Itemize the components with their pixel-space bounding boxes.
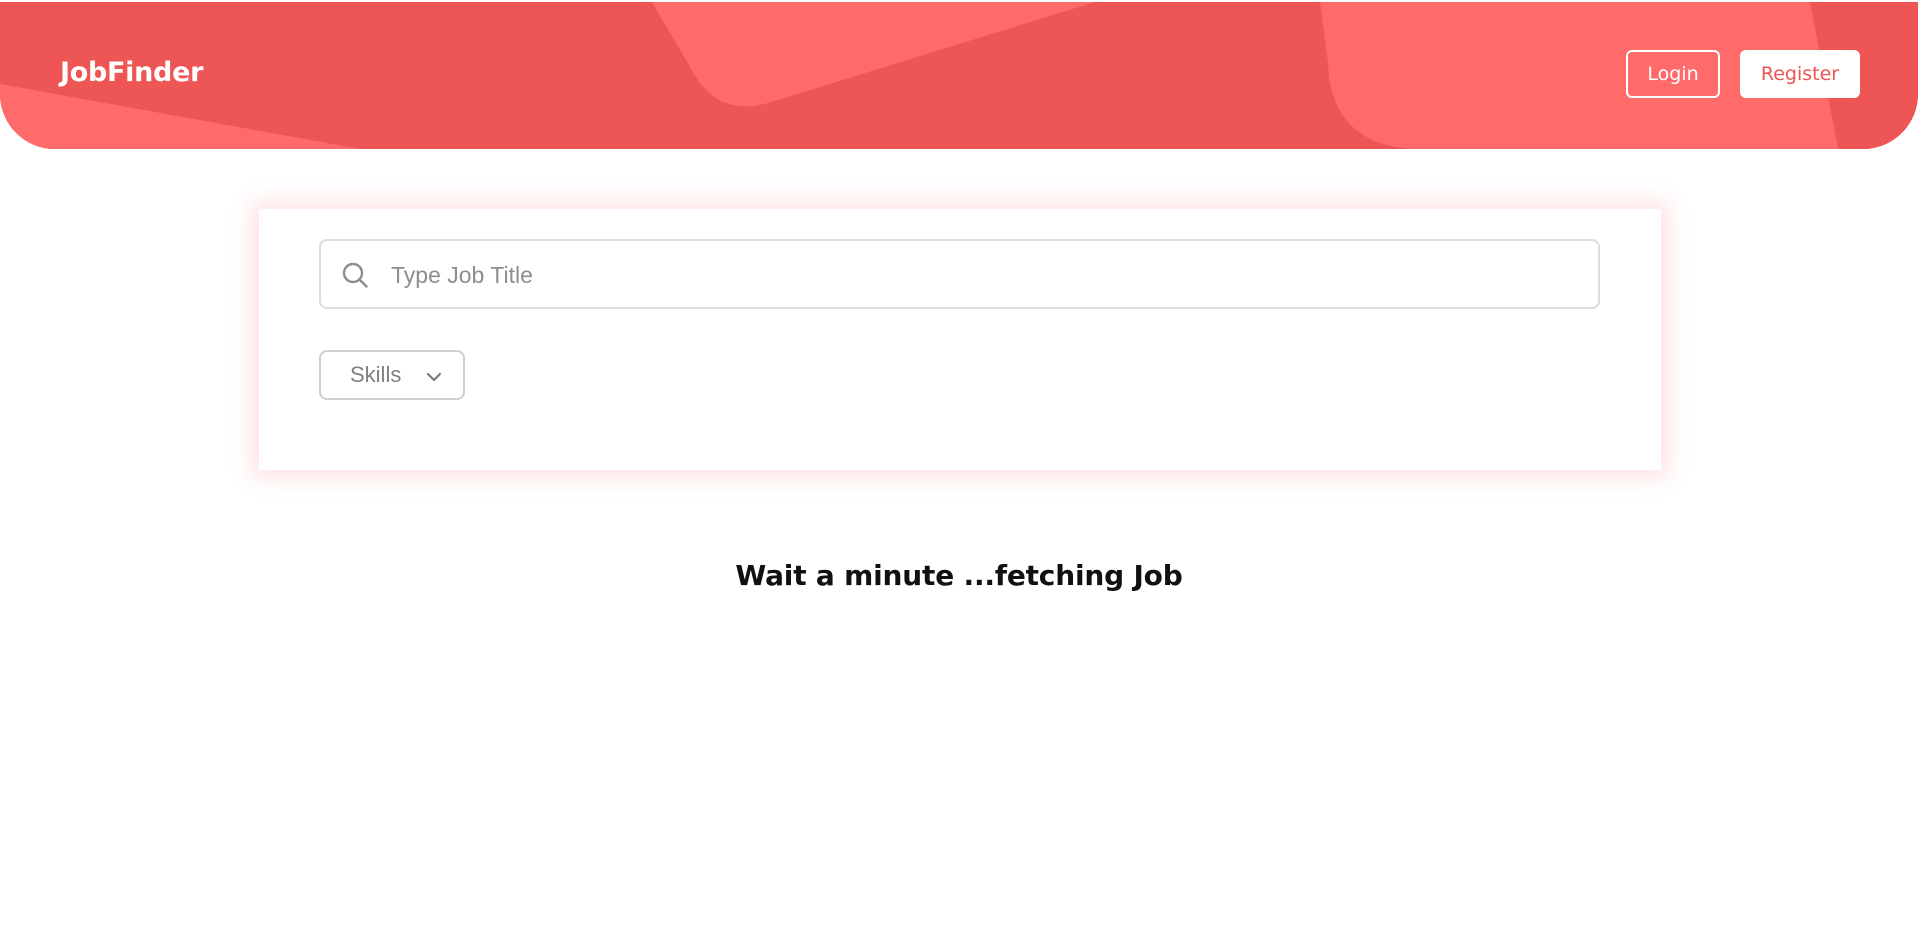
brand-logo[interactable]: JobFinder (60, 57, 203, 89)
search-icon (342, 262, 368, 288)
search-input[interactable] (389, 241, 1583, 309)
skills-dropdown-label: Skills (350, 362, 402, 387)
chevron-down-icon (426, 372, 442, 382)
skills-dropdown[interactable]: Skills (319, 350, 465, 400)
search-card: Skills (259, 209, 1661, 470)
loading-message: Wait a minute ...fetching Job (735, 559, 1183, 592)
register-button[interactable]: Register (1740, 50, 1860, 98)
search-box[interactable] (319, 239, 1600, 309)
header-banner: JobFinder Login Register (0, 2, 1918, 149)
login-button[interactable]: Login (1626, 50, 1720, 98)
